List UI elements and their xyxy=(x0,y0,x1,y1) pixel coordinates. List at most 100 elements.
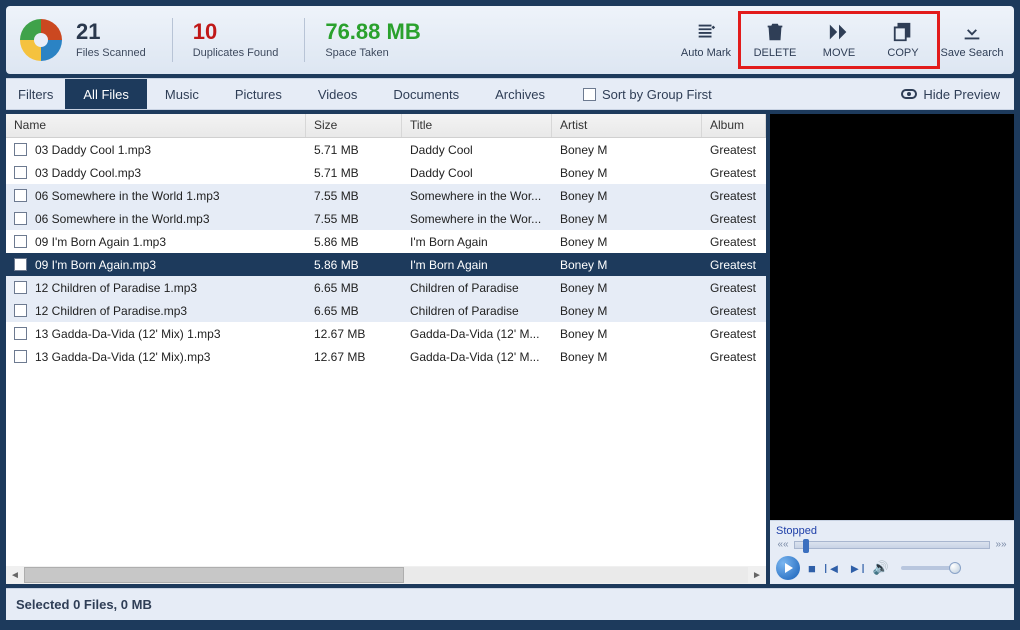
filters-label: Filters xyxy=(6,87,65,102)
space-taken-value: 76.88 MB xyxy=(325,21,420,43)
file-album: Greatest xyxy=(702,350,766,364)
file-size: 12.67 MB xyxy=(306,327,402,341)
file-title: I'm Born Again xyxy=(402,258,552,272)
eye-icon xyxy=(901,89,917,99)
file-album: Greatest xyxy=(702,166,766,180)
file-album: Greatest xyxy=(702,281,766,295)
row-checkbox[interactable] xyxy=(14,166,27,179)
column-name[interactable]: Name xyxy=(6,114,306,137)
checkbox-icon xyxy=(583,88,596,101)
scroll-thumb[interactable] xyxy=(24,567,404,583)
volume-knob[interactable] xyxy=(949,562,961,574)
column-title[interactable]: Title xyxy=(402,114,552,137)
delete-button[interactable]: DELETE xyxy=(743,12,807,68)
file-title: I'm Born Again xyxy=(402,235,552,249)
table-row[interactable]: 03 Daddy Cool.mp35.71 MBDaddy CoolBoney … xyxy=(6,161,766,184)
tab-pictures[interactable]: Pictures xyxy=(217,79,300,109)
table-row[interactable]: 13 Gadda-Da-Vida (12' Mix) 1.mp312.67 MB… xyxy=(6,322,766,345)
files-scanned-stat: 21 Files Scanned xyxy=(76,21,146,59)
prev-button[interactable]: I◄ xyxy=(824,561,840,576)
download-icon xyxy=(961,21,983,43)
top-stats-bar: 21 Files Scanned 10 Duplicates Found 76.… xyxy=(6,6,1014,74)
fastforward-icon[interactable]: »» xyxy=(994,539,1008,550)
move-button[interactable]: MOVE xyxy=(807,12,871,68)
table-row[interactable]: 03 Daddy Cool 1.mp35.71 MBDaddy CoolBone… xyxy=(6,138,766,161)
volume-slider[interactable] xyxy=(901,566,961,570)
column-artist[interactable]: Artist xyxy=(552,114,702,137)
sort-by-group-checkbox[interactable]: Sort by Group First xyxy=(583,87,712,102)
file-size: 6.65 MB xyxy=(306,304,402,318)
automark-button[interactable]: Auto Mark xyxy=(674,12,738,68)
copy-button[interactable]: COPY xyxy=(871,12,935,68)
pie-chart-icon xyxy=(20,19,62,61)
filter-bar: Filters All Files Music Pictures Videos … xyxy=(6,78,1014,110)
table-row[interactable]: 09 I'm Born Again 1.mp3 5.86 MBI'm Born A… xyxy=(6,230,766,253)
player-status: Stopped xyxy=(776,525,817,537)
row-checkbox[interactable] xyxy=(14,212,27,225)
row-checkbox[interactable] xyxy=(14,350,27,363)
row-checkbox[interactable] xyxy=(14,281,27,294)
next-button[interactable]: ►I xyxy=(848,561,864,576)
divider xyxy=(172,18,173,62)
file-name: 09 I'm Born Again 1.mp3 xyxy=(35,235,166,249)
play-button[interactable] xyxy=(776,556,800,580)
table-row[interactable]: 09 I'm Born Again.mp35.86 MBI'm Born Aga… xyxy=(6,253,766,276)
progress-handle[interactable] xyxy=(803,539,809,553)
tab-all-files[interactable]: All Files xyxy=(65,79,147,109)
tab-archives[interactable]: Archives xyxy=(477,79,563,109)
progress-bar[interactable]: «« »» xyxy=(776,539,1008,550)
file-name: 03 Daddy Cool 1.mp3 xyxy=(35,143,151,157)
stop-button[interactable]: ■ xyxy=(808,561,816,576)
file-album: Greatest xyxy=(702,304,766,318)
duplicates-count: 10 xyxy=(193,21,279,43)
file-title: Somewhere in the Wor... xyxy=(402,212,552,226)
file-artist: Boney M xyxy=(552,350,702,364)
rewind-icon[interactable]: «« xyxy=(776,539,790,550)
save-search-button[interactable]: Save Search xyxy=(940,12,1004,68)
file-size: 5.71 MB xyxy=(306,143,402,157)
scroll-track[interactable] xyxy=(24,567,748,583)
duplicates-label: Duplicates Found xyxy=(193,47,279,59)
tab-documents[interactable]: Documents xyxy=(375,79,477,109)
file-size: 12.67 MB xyxy=(306,350,402,364)
tab-videos[interactable]: Videos xyxy=(300,79,376,109)
main-area: Name Size Title Artist Album 03 Daddy Co… xyxy=(6,114,1014,584)
row-checkbox[interactable] xyxy=(14,189,27,202)
divider xyxy=(304,18,305,62)
file-name: 13 Gadda-Da-Vida (12' Mix).mp3 xyxy=(35,350,210,364)
hide-preview-button[interactable]: Hide Preview xyxy=(901,87,1014,102)
row-checkbox[interactable] xyxy=(14,304,27,317)
row-checkbox[interactable] xyxy=(14,258,27,271)
table-row[interactable]: 13 Gadda-Da-Vida (12' Mix).mp3 12.67 MBGa… xyxy=(6,345,766,368)
table-row[interactable]: 12 Children of Paradise.mp36.65 MBChildr… xyxy=(6,299,766,322)
file-album: Greatest xyxy=(702,258,766,272)
scroll-right-arrow[interactable]: ► xyxy=(748,566,766,584)
file-artist: Boney M xyxy=(552,189,702,203)
table-row[interactable]: 06 Somewhere in the World 1.mp37.55 MBSo… xyxy=(6,184,766,207)
column-size[interactable]: Size xyxy=(306,114,402,137)
file-title: Somewhere in the Wor... xyxy=(402,189,552,203)
file-album: Greatest xyxy=(702,189,766,203)
column-album[interactable]: Album xyxy=(702,114,766,137)
row-checkbox[interactable] xyxy=(14,143,27,156)
file-size: 5.86 MB xyxy=(306,235,402,249)
row-checkbox[interactable] xyxy=(14,327,27,340)
space-taken-stat: 76.88 MB Space Taken xyxy=(325,21,420,59)
double-arrow-icon xyxy=(828,21,850,43)
file-artist: Boney M xyxy=(552,281,702,295)
space-taken-label: Space Taken xyxy=(325,47,420,59)
file-title: Children of Paradise xyxy=(402,281,552,295)
file-album: Greatest xyxy=(702,235,766,249)
file-size: 7.55 MB xyxy=(306,212,402,226)
volume-icon[interactable]: 🔊 xyxy=(873,560,889,576)
table-row[interactable]: 12 Children of Paradise 1.mp36.65 MBChil… xyxy=(6,276,766,299)
horizontal-scrollbar[interactable]: ◄ ► xyxy=(6,566,766,584)
progress-track[interactable] xyxy=(794,541,990,549)
table-row[interactable]: 06 Somewhere in the World.mp3 7.55 MBSome… xyxy=(6,207,766,230)
file-title: Gadda-Da-Vida (12' M... xyxy=(402,350,552,364)
row-checkbox[interactable] xyxy=(14,235,27,248)
play-icon xyxy=(785,563,793,573)
scroll-left-arrow[interactable]: ◄ xyxy=(6,566,24,584)
file-name: 06 Somewhere in the World.mp3 xyxy=(35,212,210,226)
tab-music[interactable]: Music xyxy=(147,79,217,109)
